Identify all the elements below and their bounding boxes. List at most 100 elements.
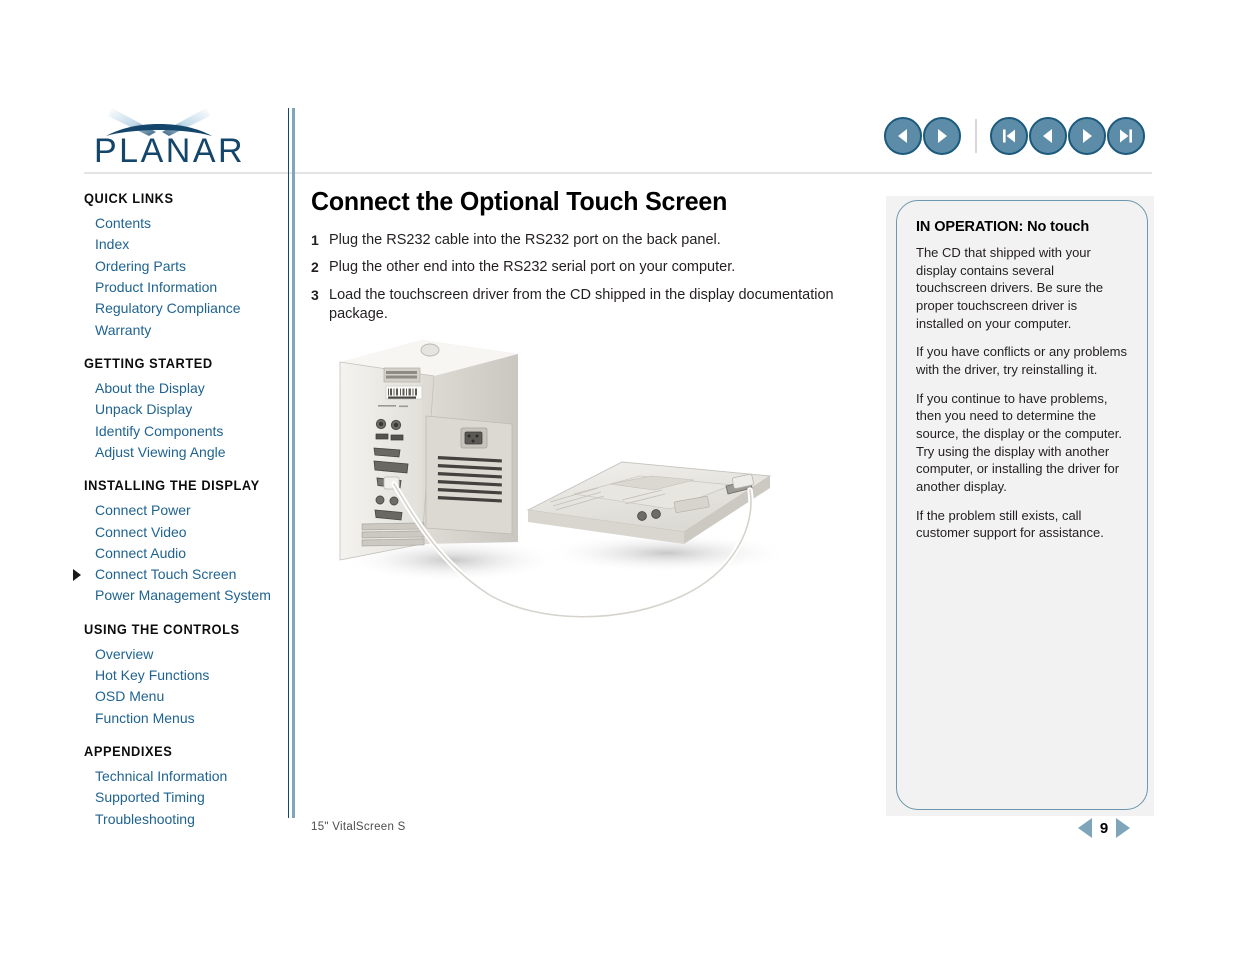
sidebar-item-connect-video[interactable]: Connect Video xyxy=(84,522,284,543)
sidebar-section-title: GETTING STARTED xyxy=(84,355,213,371)
sidebar-item-product-information[interactable]: Product Information xyxy=(84,277,284,298)
sidebar-divider-line-light xyxy=(292,108,295,818)
step-text: Plug the other end into the RS232 serial… xyxy=(329,259,736,276)
sidebar-item-label: Power Management System xyxy=(95,587,271,604)
sidebar-item-about-the-display[interactable]: About the Display xyxy=(84,378,284,399)
sidebar-item-label: Index xyxy=(95,236,130,253)
pager-previous-button[interactable] xyxy=(1078,818,1092,838)
page-pager: 9 xyxy=(1078,818,1130,838)
sidebar-item-contents[interactable]: Contents xyxy=(84,213,284,234)
instruction-step-list: 1 Plug the RS232 cable into the RS232 por… xyxy=(311,231,851,324)
sidebar-section: USING THE CONTROLS Overview Hot Key Functi… xyxy=(84,621,284,729)
footer-product-label: 15" VitalScreen S xyxy=(311,821,406,833)
triangle-right-icon xyxy=(938,129,947,143)
note-paragraph: If you have conflicts or any problems wi… xyxy=(916,344,1127,378)
step-text: Plug the RS232 cable into the RS232 port… xyxy=(329,232,721,248)
sidebar-item-identify-components[interactable]: Identify Components xyxy=(84,421,284,442)
note-paragraph: The CD that shipped with your display co… xyxy=(916,245,1104,331)
note-panel-title: IN OPERATION: No touch xyxy=(916,219,1128,235)
sidebar-section-title: APPENDIXES xyxy=(84,743,173,759)
first-page-button[interactable] xyxy=(990,117,1028,155)
sidebar-item-function-menus[interactable]: Function Menus xyxy=(84,708,284,729)
header-divider-rule xyxy=(84,172,1152,174)
previous-page-button[interactable] xyxy=(1029,117,1067,155)
sidebar-item-label: Technical Information xyxy=(95,768,228,785)
instruction-step: 3 Load the touchscreen driver from the CD… xyxy=(311,286,851,325)
sidebar-item-label: Warranty xyxy=(95,321,152,338)
in-operation-note-panel: IN OPERATION: No touch The CD that shipp… xyxy=(896,200,1148,810)
document-page: PLANAR QUICK LINKS Contents Index Orderi… xyxy=(0,0,1235,954)
sidebar-item-label: Regulatory Compliance xyxy=(95,300,241,317)
sidebar-item-power-management-system[interactable]: Power Management System xyxy=(84,585,284,606)
sidebar-item-supported-timing[interactable]: Supported Timing xyxy=(84,787,284,808)
sidebar-item-label: Connect Touch Screen xyxy=(95,566,237,583)
sidebar-item-troubleshooting[interactable]: Troubleshooting xyxy=(84,809,284,830)
sidebar-item-label: Overview xyxy=(95,645,154,662)
instruction-step: 2 Plug the other end into the RS232 seria… xyxy=(311,258,851,277)
triangle-left-icon xyxy=(898,129,907,143)
sidebar-section-title: USING THE CONTROLS xyxy=(84,621,240,637)
note-paragraph: If the problem still exists, call custom… xyxy=(916,507,1104,541)
sidebar-item-label: Connect Power xyxy=(95,502,191,519)
sidebar-item-overview[interactable]: Overview xyxy=(84,644,284,665)
sidebar-item-label: Supported Timing xyxy=(95,789,205,806)
svg-text:PLANAR: PLANAR xyxy=(94,132,245,168)
note-title-suffix: No touch xyxy=(1023,219,1090,235)
sidebar-item-label: Hot Key Functions xyxy=(95,667,210,684)
sidebar-divider-line-dark xyxy=(288,108,289,818)
sidebar-section-title: QUICK LINKS xyxy=(84,191,174,206)
sidebar-item-ordering-parts[interactable]: Ordering Parts xyxy=(84,256,284,277)
sidebar-item-regulatory-compliance[interactable]: Regulatory Compliance xyxy=(84,298,284,319)
sidebar-item-label: About the Display xyxy=(95,380,205,397)
main-content: Connect the Optional Touch Screen 1 Plug … xyxy=(311,186,851,332)
instruction-step: 1 Plug the RS232 cable into the RS232 por… xyxy=(311,231,851,250)
triangle-left-icon xyxy=(1043,129,1052,143)
page-navigation-group xyxy=(990,117,1146,155)
sidebar-item-adjust-viewing-angle[interactable]: Adjust Viewing Angle xyxy=(84,442,284,463)
sidebar-item-label: Product Information xyxy=(95,279,218,296)
sidebar-item-label: Connect Video xyxy=(95,523,187,540)
sidebar-section: INSTALLING THE DISPLAY Connect Power Conne… xyxy=(73,477,284,607)
next-page-button[interactable] xyxy=(1068,117,1106,155)
sidebar-item-osd-menu[interactable]: OSD Menu xyxy=(84,686,284,707)
skip-to-start-icon xyxy=(1003,129,1015,143)
step-text: Load the touchscreen driver from the CD … xyxy=(329,286,834,322)
step-number: 2 xyxy=(311,259,319,276)
pager-next-button[interactable] xyxy=(1116,818,1130,838)
sidebar-section: APPENDIXES Technical Information Supported… xyxy=(84,743,284,830)
sidebar-section: GETTING STARTED About the Display Unpack D… xyxy=(84,355,284,463)
sidebar-item-index[interactable]: Index xyxy=(84,234,284,255)
photo-illustration xyxy=(339,340,792,620)
sidebar-item-connect-audio[interactable]: Connect Audio xyxy=(84,543,284,564)
back-button[interactable] xyxy=(884,117,922,155)
sidebar-item-technical-information[interactable]: Technical Information xyxy=(84,766,284,787)
step-number: 3 xyxy=(311,286,319,303)
sidebar-item-label: Identify Components xyxy=(95,422,224,439)
note-paragraph-list: The CD that shipped with your display co… xyxy=(916,244,1128,542)
sidebar-section-title: INSTALLING THE DISPLAY xyxy=(84,478,260,494)
triangle-right-icon xyxy=(1083,129,1092,143)
planar-logo-svg: PLANAR xyxy=(94,108,245,168)
sidebar-navigation: QUICK LINKS Contents Index Ordering Parts Pr… xyxy=(73,190,284,830)
sidebar-item-label: Adjust Viewing Angle xyxy=(95,443,226,460)
sidebar-item-label: Unpack Display xyxy=(95,401,193,418)
navigation-separator xyxy=(975,119,977,153)
forward-button[interactable] xyxy=(923,117,961,155)
planar-logo: PLANAR xyxy=(94,106,259,168)
sidebar-item-warranty[interactable]: Warranty xyxy=(84,320,284,341)
pager-page-number: 9 xyxy=(1099,819,1109,837)
navigation-button-bar xyxy=(884,117,1146,155)
sidebar-item-label: OSD Menu xyxy=(95,688,165,705)
sidebar-item-label: Troubleshooting xyxy=(95,810,195,827)
sidebar-section: QUICK LINKS Contents Index Ordering Parts Pr… xyxy=(84,190,284,341)
active-item-triangle-icon xyxy=(73,568,81,581)
sidebar-item-connect-touch-screen[interactable]: Connect Touch Screen xyxy=(73,564,284,585)
sidebar-item-connect-power[interactable]: Connect Power xyxy=(84,500,284,521)
skip-to-end-icon xyxy=(1120,129,1132,143)
sidebar-item-unpack-display[interactable]: Unpack Display xyxy=(84,399,284,420)
sidebar-item-hot-key-functions[interactable]: Hot Key Functions xyxy=(84,665,284,686)
sidebar-item-label: Function Menus xyxy=(95,709,195,726)
last-page-button[interactable] xyxy=(1107,117,1145,155)
step-number: 1 xyxy=(311,232,319,248)
note-paragraph: If you continue to have problems, then y… xyxy=(916,390,1122,495)
